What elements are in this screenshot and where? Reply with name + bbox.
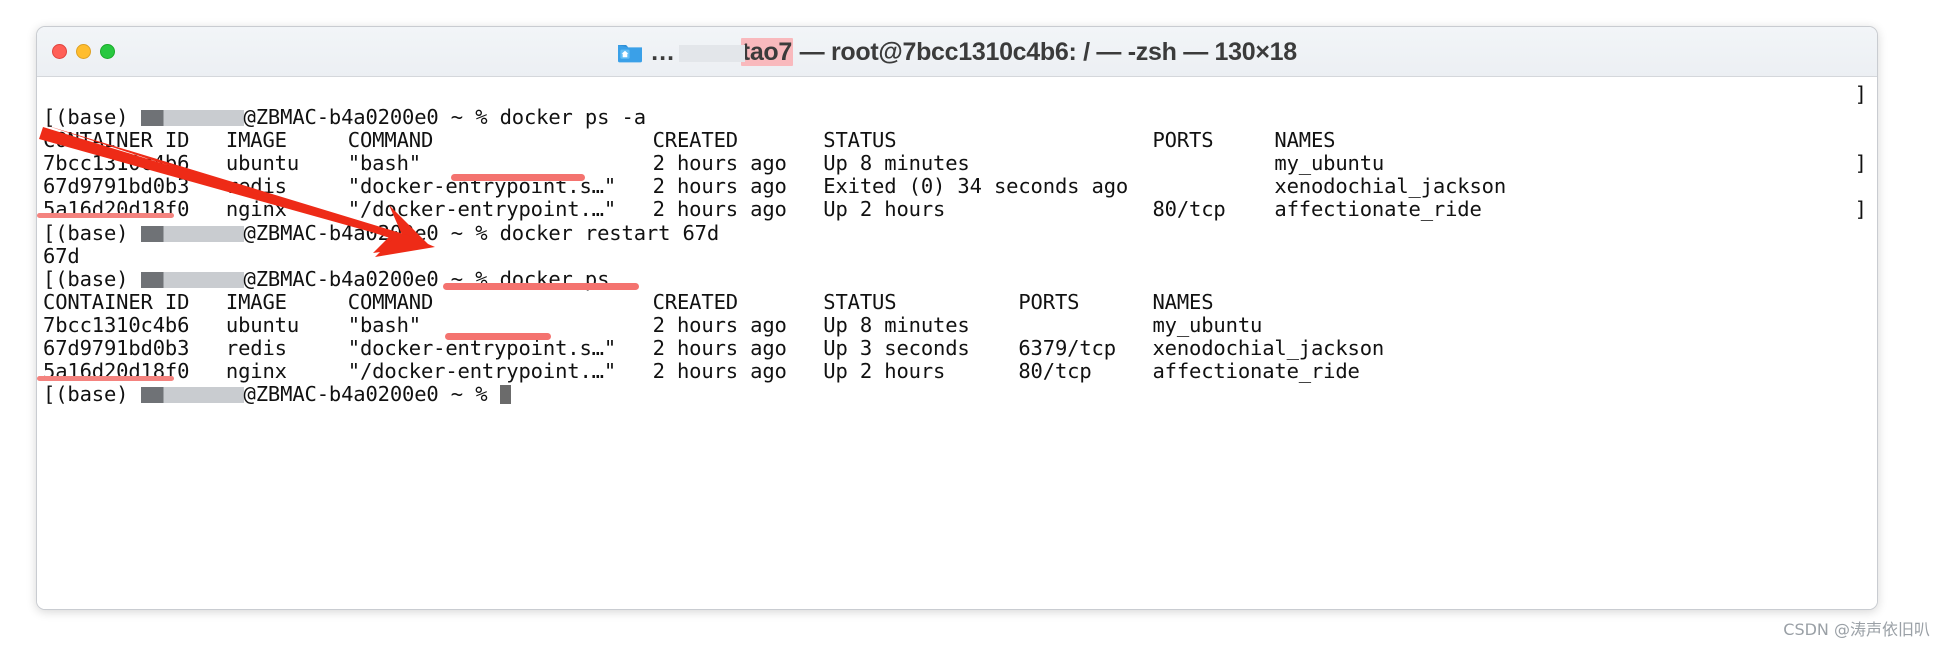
terminal-line: 67d9791bd0b3 redis "docker-entrypoint.s……	[43, 336, 1385, 361]
title-highlight: tao7	[740, 37, 794, 66]
redacted-username	[140, 225, 244, 242]
title-rest: — root@7bcc1310c4b6: / — -zsh — 130×18	[793, 37, 1298, 66]
terminal-line: 5a16d20d18f0 nginx "/docker-entrypoint.……	[43, 197, 1482, 222]
terminal-line: CONTAINER ID IMAGE COMMAND CREATED STATU…	[43, 289, 1214, 314]
terminal-line: 67d9791bd0b3 redis "docker-entrypoint.s……	[43, 174, 1507, 199]
line-wrap-markers: ] ] ]	[1854, 82, 1867, 222]
terminal-line: 7bcc1310c4b6 ubuntu "bash" 2 hours ago U…	[43, 151, 1385, 176]
redacted-username	[140, 387, 244, 404]
window-title-text: … tao7 — root@7bcc1310c4b6: / — -zsh — 13…	[650, 37, 1298, 66]
terminal-body[interactable]: [(base) @ZBMAC-b4a0200e0 ~ % docker ps -…	[37, 77, 1877, 609]
home-folder-icon	[617, 41, 643, 63]
terminal-line: [(base) @ZBMAC-b4a0200e0 ~ %	[43, 382, 511, 406]
annotation-underline-container-id-1	[37, 213, 174, 218]
screenshot-root: … tao7 — root@7bcc1310c4b6: / — -zsh — 13…	[0, 0, 1942, 646]
terminal-line: 67d	[43, 243, 80, 268]
terminal-line: 7bcc1310c4b6 ubuntu "bash" 2 hours ago U…	[43, 312, 1263, 337]
csdn-watermark: CSDN @涛声依旧叭	[1783, 620, 1930, 639]
terminal-line: [(base) @ZBMAC-b4a0200e0 ~ % docker rest…	[43, 220, 720, 245]
text-cursor	[499, 385, 511, 405]
redacted-username	[140, 110, 244, 127]
redacted-username	[140, 271, 244, 288]
annotation-underline-command-1	[451, 174, 585, 181]
annotation-underline-container-id-2	[37, 376, 174, 381]
annotation-underline-command-3	[445, 333, 551, 340]
annotation-underline-command-2	[443, 283, 639, 290]
terminal-line: 5a16d20d18f0 nginx "/docker-entrypoint.……	[43, 359, 1360, 384]
terminal-output: [(base) @ZBMAC-b4a0200e0 ~ % docker ps -…	[43, 83, 1877, 429]
terminal-line: CONTAINER ID IMAGE COMMAND CREATED STATU…	[43, 128, 1336, 153]
window-titlebar[interactable]: … tao7 — root@7bcc1310c4b6: / — -zsh — 13…	[37, 27, 1877, 77]
terminal-line: [(base) @ZBMAC-b4a0200e0 ~ % docker ps -…	[43, 105, 646, 130]
title-redacted-username	[678, 44, 745, 62]
window-title: … tao7 — root@7bcc1310c4b6: / — -zsh — 13…	[37, 27, 1877, 77]
terminal-window: … tao7 — root@7bcc1310c4b6: / — -zsh — 13…	[36, 26, 1878, 610]
